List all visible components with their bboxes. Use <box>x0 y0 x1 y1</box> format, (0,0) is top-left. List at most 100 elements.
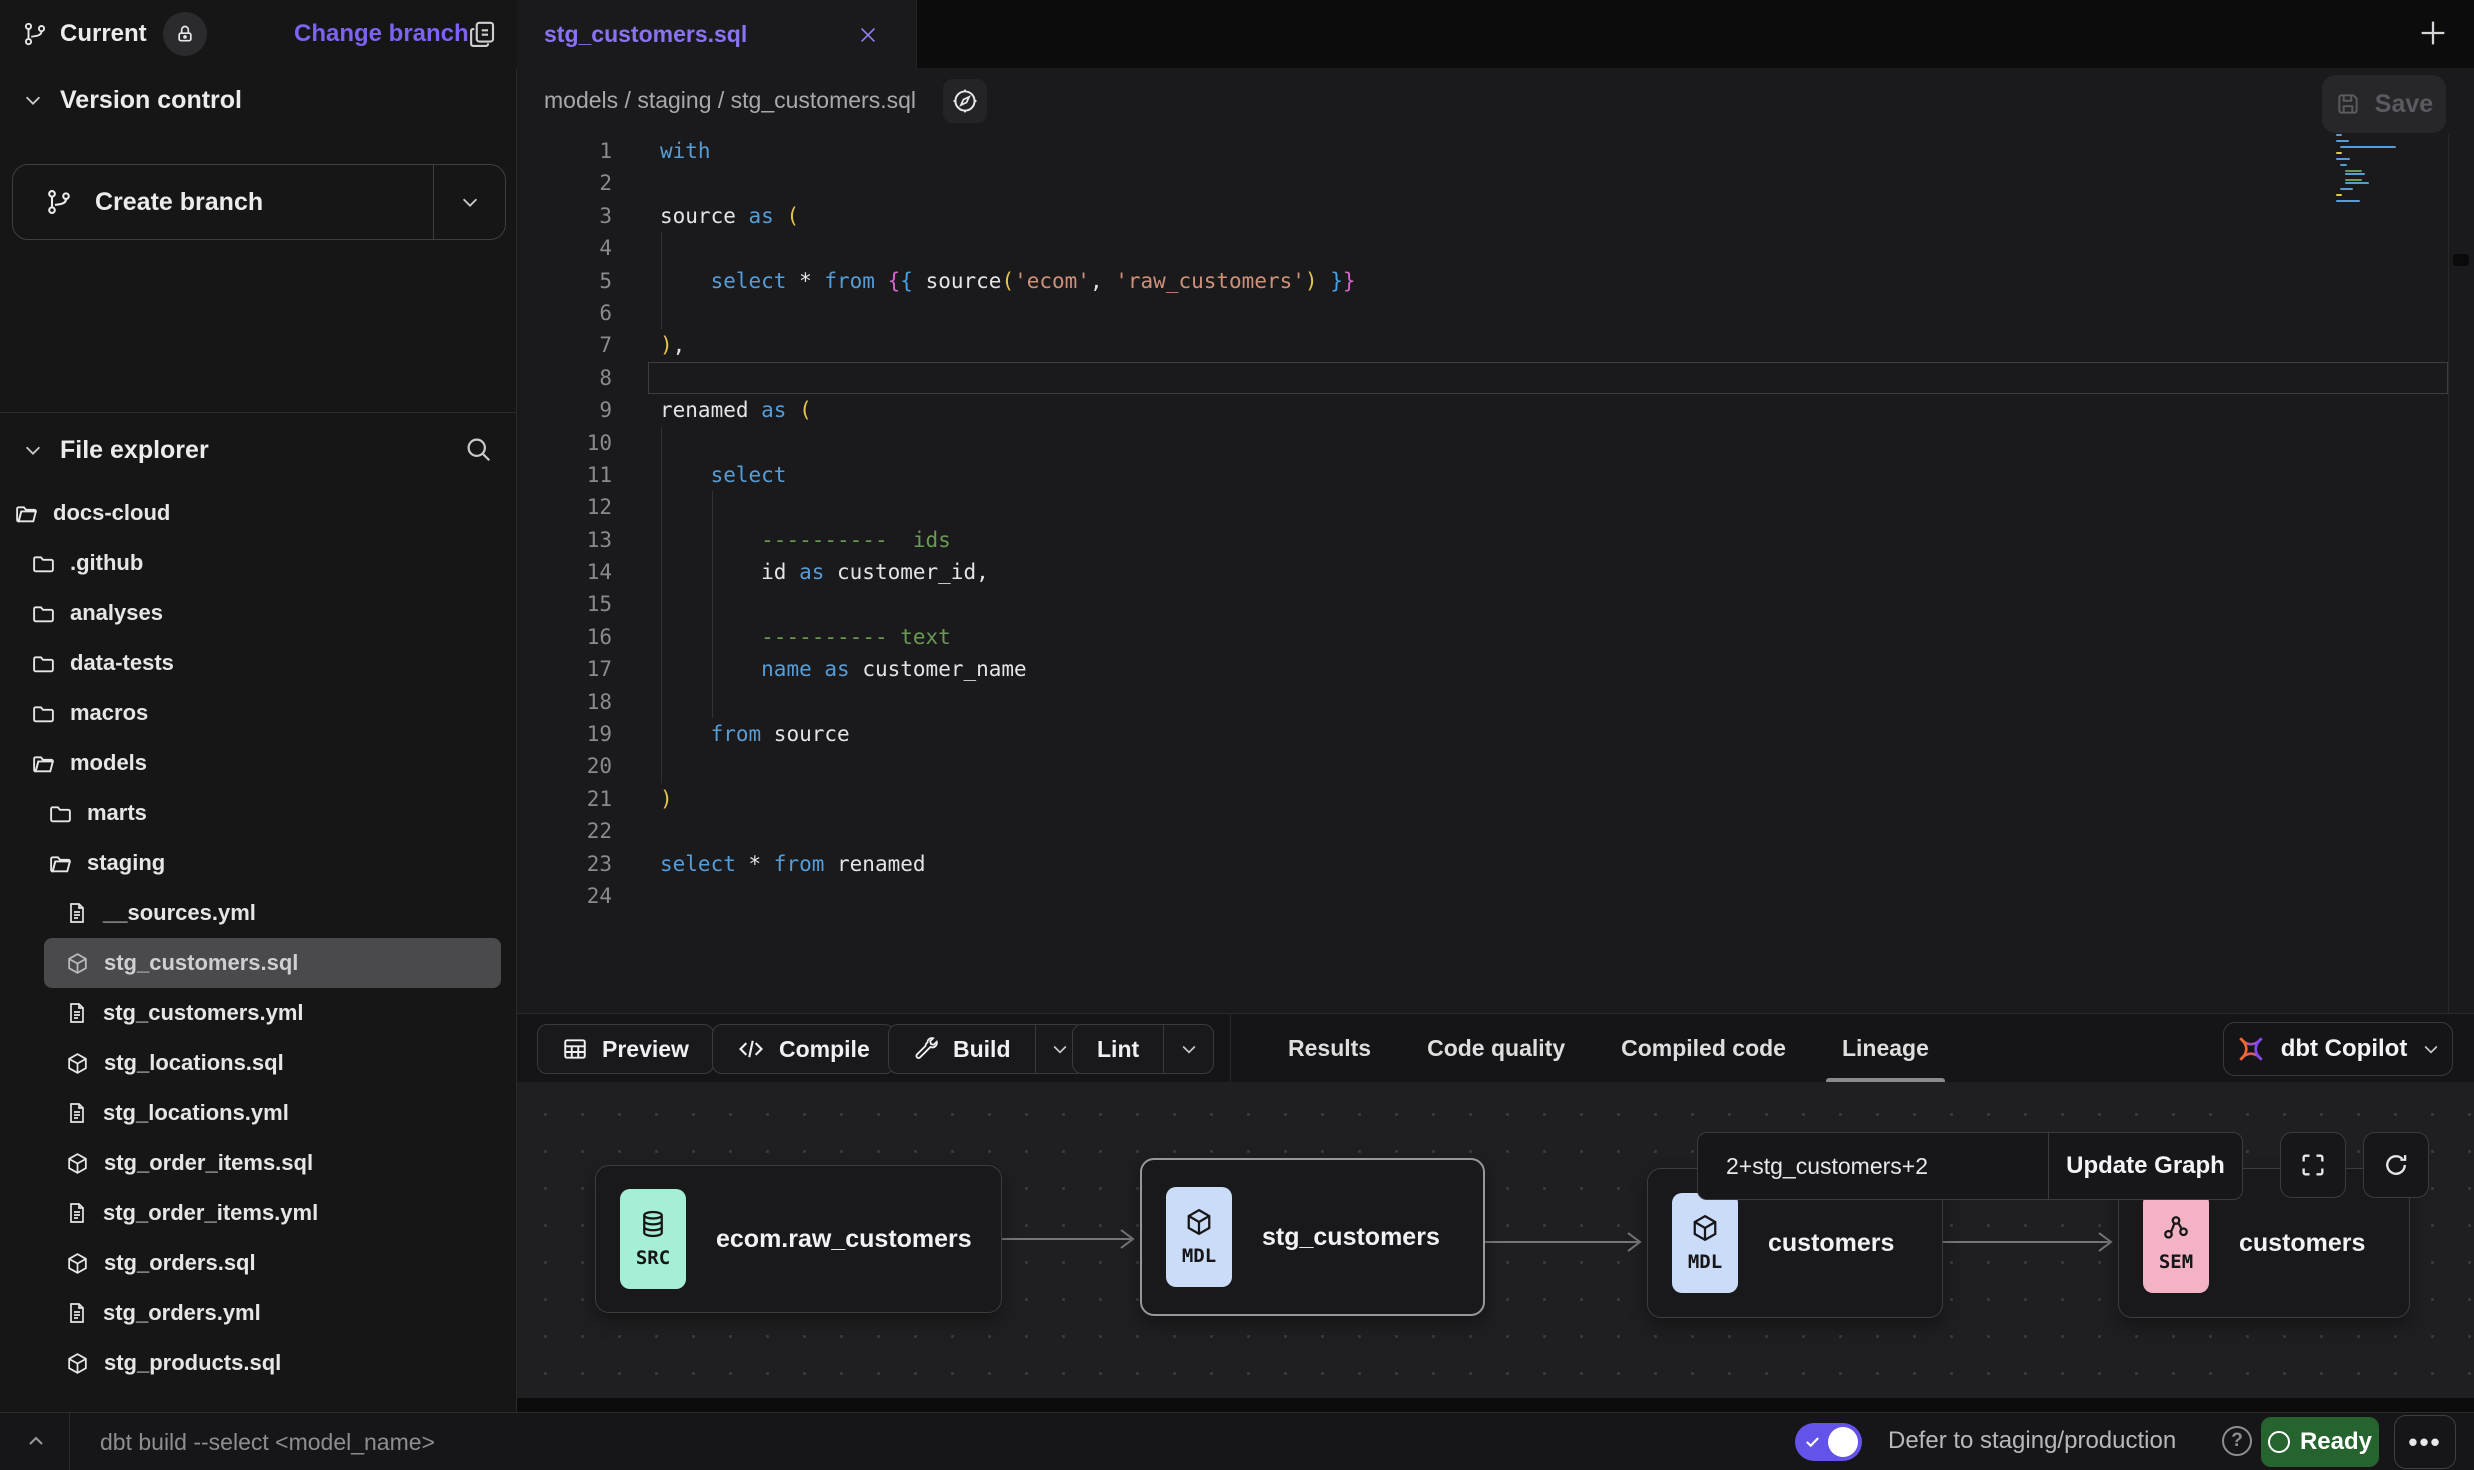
lint-button[interactable]: Lint <box>1072 1024 1214 1074</box>
indent-guide <box>712 621 713 653</box>
badge-label: SRC <box>636 1247 670 1269</box>
code-line-10[interactable]: 10 <box>517 427 2474 459</box>
version-control-header[interactable]: Version control <box>0 68 516 132</box>
change-branch-link[interactable]: Change branch <box>294 20 469 48</box>
code-line-22[interactable]: 22 <box>517 815 2474 847</box>
file-name: stg_locations.yml <box>103 1100 289 1126</box>
line-content <box>660 750 2474 782</box>
file-tree-item-stg-customers-yml[interactable]: stg_customers.yml <box>0 988 517 1038</box>
code-line-17[interactable]: 17 name as customer_name <box>517 653 2474 685</box>
close-tab-icon[interactable] <box>857 24 879 46</box>
code-line-24[interactable]: 24 <box>517 880 2474 912</box>
file-tree-item-stg-locations-sql[interactable]: stg_locations.sql <box>0 1038 517 1088</box>
preview-button[interactable]: Preview <box>537 1024 714 1074</box>
lint-dropdown[interactable] <box>1163 1025 1213 1073</box>
defer-toggle[interactable] <box>1795 1423 1862 1461</box>
file-explorer-header[interactable]: File explorer <box>0 420 517 480</box>
code-line-3[interactable]: 3source as ( <box>517 200 2474 232</box>
save-button[interactable]: Save <box>2322 75 2446 133</box>
code-line-11[interactable]: 11 select <box>517 459 2474 491</box>
line-content: ---------- text <box>660 621 2474 653</box>
line-number: 10 <box>517 427 612 459</box>
code-line-7[interactable]: 7), <box>517 329 2474 361</box>
compile-button[interactable]: Compile <box>712 1024 895 1074</box>
panel-tab-compiled-code[interactable]: Compiled code <box>1621 1014 1786 1083</box>
file-tree-item-stg-products-sql[interactable]: stg_products.sql <box>0 1338 517 1388</box>
file-tree-item-macros[interactable]: macros <box>0 688 517 738</box>
code-line-16[interactable]: 16 ---------- text <box>517 621 2474 653</box>
graph-icon <box>2161 1213 2191 1243</box>
create-branch-button[interactable]: Create branch <box>12 164 506 240</box>
dbt-command-input[interactable] <box>100 1421 1000 1463</box>
scrollbar-thumb[interactable] <box>2453 254 2469 266</box>
file-tree-item-data-tests[interactable]: data-tests <box>0 638 517 688</box>
code-line-4[interactable]: 4 <box>517 232 2474 264</box>
help-icon[interactable]: ? <box>2222 1426 2252 1456</box>
minimap-line <box>2345 182 2369 184</box>
code-line-19[interactable]: 19 from source <box>517 718 2474 750</box>
code-line-12[interactable]: 12 <box>517 491 2474 523</box>
node-type-badge-mdl: MDL <box>1166 1187 1232 1287</box>
code-line-23[interactable]: 23select * from renamed <box>517 848 2474 880</box>
dbt-copilot-button[interactable]: dbt Copilot <box>2223 1022 2453 1076</box>
file-document-icon <box>65 901 89 925</box>
panel-tab-lineage[interactable]: Lineage <box>1842 1014 1929 1083</box>
statusbar-divider <box>69 1413 70 1470</box>
tab-stg-customers-sql[interactable]: stg_customers.sql <box>517 0 917 69</box>
file-tree-item-staging[interactable]: staging <box>0 838 517 888</box>
panel-toolbar: Preview Compile Build Lint ResultsC <box>517 1013 2474 1082</box>
copilot-icon <box>2235 1033 2267 1065</box>
panel-tab-results[interactable]: Results <box>1288 1014 1371 1083</box>
file-tree-item-marts[interactable]: marts <box>0 788 517 838</box>
code-lines[interactable]: 1with23source as (45 select * from {{ so… <box>517 135 2474 912</box>
fullscreen-button[interactable] <box>2280 1132 2346 1198</box>
file-name: __sources.yml <box>103 900 256 926</box>
code-line-15[interactable]: 15 <box>517 588 2474 620</box>
code-line-8[interactable]: 8 <box>517 362 2474 394</box>
lineage-selector-input[interactable] <box>1698 1133 2048 1199</box>
code-line-21[interactable]: 21) <box>517 783 2474 815</box>
file-tree-item--sources-yml[interactable]: __sources.yml <box>0 888 517 938</box>
line-number: 2 <box>517 167 612 199</box>
more-options-button[interactable]: ••• <box>2394 1415 2456 1469</box>
copy-branch-icon[interactable] <box>468 19 498 49</box>
new-tab-button[interactable] <box>2416 16 2450 50</box>
file-explorer-title: File explorer <box>60 436 209 465</box>
create-branch-dropdown[interactable] <box>433 165 505 239</box>
lineage-node-src-ecom-raw-customers[interactable]: SRCecom.raw_customers <box>595 1165 1002 1313</box>
folder-open-icon <box>14 501 39 526</box>
file-tree-item-stg-order-items-yml[interactable]: stg_order_items.yml <box>0 1188 517 1238</box>
line-number: 17 <box>517 653 612 685</box>
search-icon[interactable] <box>463 434 493 464</box>
lineage-node-mdl-stg-customers[interactable]: MDLstg_customers <box>1140 1158 1485 1316</box>
code-line-14[interactable]: 14 id as customer_id, <box>517 556 2474 588</box>
code-line-18[interactable]: 18 <box>517 686 2474 718</box>
build-button[interactable]: Build <box>888 1024 1086 1074</box>
create-branch-main[interactable]: Create branch <box>13 165 433 239</box>
file-tree-item-stg-orders-yml[interactable]: stg_orders.yml <box>0 1288 517 1338</box>
update-graph-button[interactable]: Update Graph <box>2048 1133 2242 1199</box>
code-line-6[interactable]: 6 <box>517 297 2474 329</box>
line-content: select * from {{ source('ecom', 'raw_cus… <box>660 265 2474 297</box>
file-tree-item-analyses[interactable]: analyses <box>0 588 517 638</box>
minimap[interactable] <box>2336 134 2398 194</box>
code-line-9[interactable]: 9renamed as ( <box>517 394 2474 426</box>
file-tree-item-stg-locations-yml[interactable]: stg_locations.yml <box>0 1088 517 1138</box>
code-line-2[interactable]: 2 <box>517 167 2474 199</box>
refresh-button[interactable] <box>2363 1132 2429 1198</box>
panel-tab-code-quality[interactable]: Code quality <box>1427 1014 1565 1083</box>
view-in-lineage-button[interactable] <box>943 79 987 123</box>
file-tree-item--github[interactable]: .github <box>0 538 517 588</box>
code-line-5[interactable]: 5 select * from {{ source('ecom', 'raw_c… <box>517 265 2474 297</box>
code-line-13[interactable]: 13 ---------- ids <box>517 524 2474 556</box>
file-name: stg_order_items.yml <box>103 1200 318 1226</box>
code-line-1[interactable]: 1with <box>517 135 2474 167</box>
indent-guide <box>661 686 662 718</box>
code-line-20[interactable]: 20 <box>517 750 2474 782</box>
file-tree-item-stg-order-items-sql[interactable]: stg_order_items.sql <box>0 1138 517 1188</box>
file-tree-item-stg-customers-sql[interactable]: stg_customers.sql <box>44 938 501 988</box>
file-tree-item-stg-orders-sql[interactable]: stg_orders.sql <box>0 1238 517 1288</box>
file-tree-item-models[interactable]: models <box>0 738 517 788</box>
file-tree-item-docs-cloud[interactable]: docs-cloud <box>0 488 517 538</box>
expand-command-bar-icon[interactable] <box>24 1430 48 1454</box>
